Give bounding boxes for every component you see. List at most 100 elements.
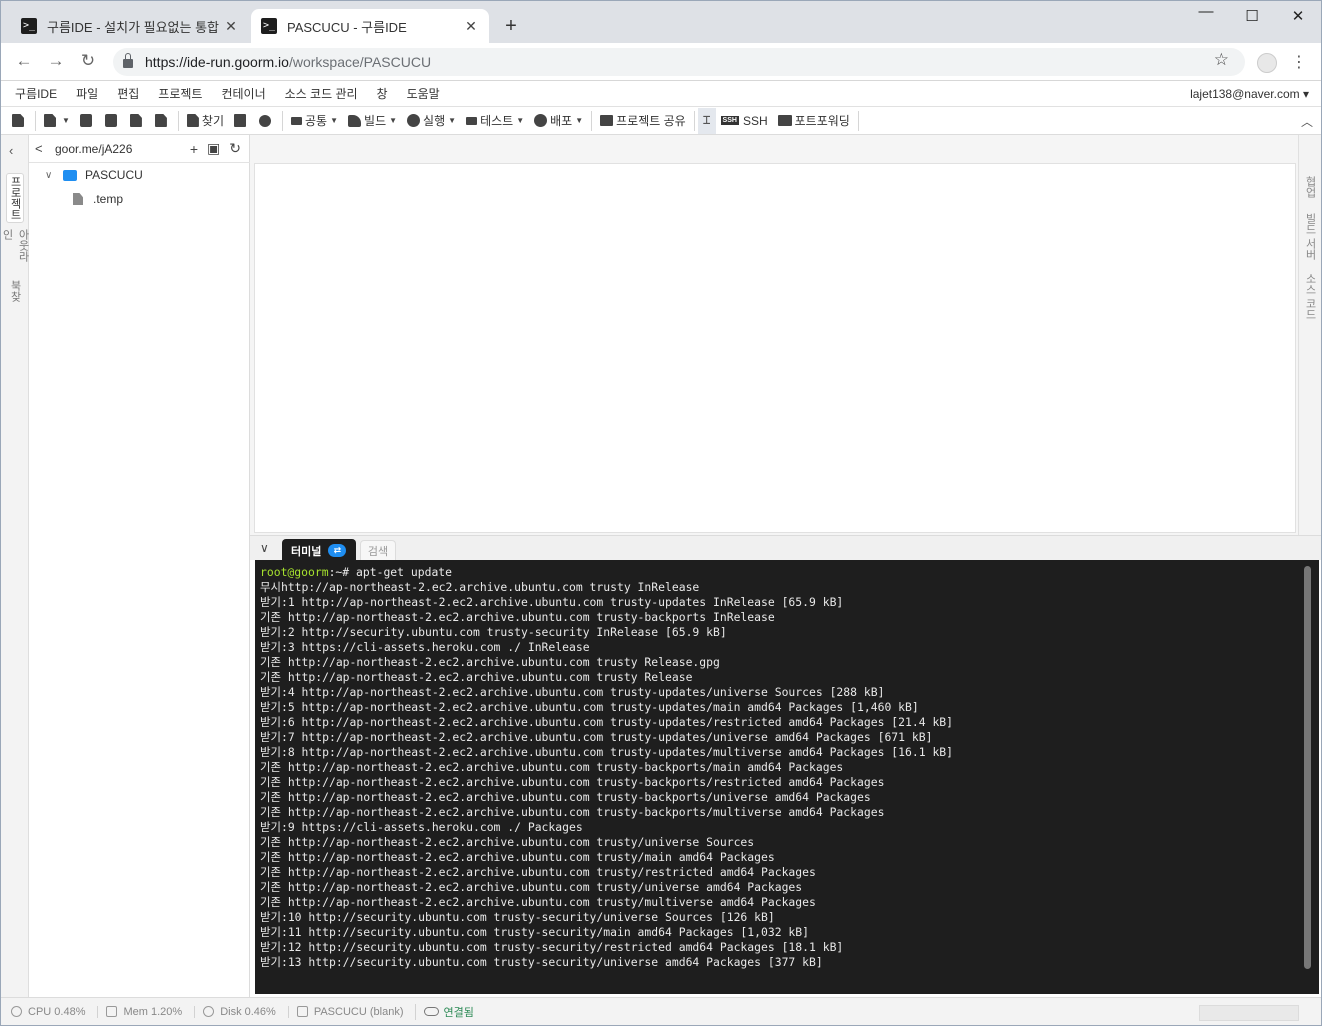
terminal-prompt-line: root@goorm:~# apt-get update: [260, 565, 1319, 580]
forward-arrow-icon[interactable]: →: [45, 51, 67, 71]
tree-file-temp[interactable]: .temp: [29, 187, 250, 211]
prompt-command: :~# apt-get update: [328, 565, 453, 579]
bookmark-star-icon[interactable]: ☆: [1214, 50, 1229, 70]
new-folder-icon[interactable]: ▣: [207, 140, 220, 157]
rail-tab-source-control[interactable]: 소스 코드: [1301, 271, 1319, 323]
disk-usage-text: Disk 0.46%: [220, 1005, 276, 1018]
disk-icon: [203, 1006, 215, 1017]
ssh-icon: SSH: [720, 116, 739, 125]
editor-empty-pane[interactable]: [254, 163, 1296, 533]
save-button[interactable]: [75, 108, 100, 134]
share-project-button[interactable]: 프로젝트 공유: [595, 108, 691, 134]
menu-window[interactable]: 창: [377, 85, 388, 102]
menu-scm[interactable]: 소스 코드 관리: [285, 85, 358, 102]
chevron-down-icon[interactable]: ∨: [260, 541, 269, 555]
tab-terminal[interactable]: 터미널 ⇄: [282, 539, 356, 562]
chevron-down-icon[interactable]: ∨: [45, 170, 57, 181]
terminal-line: 기존 http://ap-northeast-2.ec2.archive.ubu…: [260, 655, 720, 669]
ssh-label: SSH: [742, 113, 768, 128]
disk-usage: Disk 0.46%: [194, 1005, 276, 1018]
share-folder-icon: [600, 115, 614, 126]
memory-usage-text: Mem 1.20%: [123, 1005, 183, 1018]
workspace-share-link[interactable]: goor.me/jA226: [55, 142, 190, 156]
menu-project[interactable]: 프로젝트: [158, 85, 202, 102]
save-all-icon: [104, 114, 117, 127]
profile-avatar[interactable]: [1257, 53, 1277, 73]
monitor-icon: [777, 115, 792, 126]
new-tab-button[interactable]: +: [501, 15, 521, 37]
tab-search[interactable]: 검색: [360, 540, 396, 561]
ide-toolbar: ▼ 찾기 공통 ▼ 빌드 ▼ 실행 ▼ 테스트 ▼ 배포 ▼ 프로젝트 공유 ⌶ SSH S…: [1, 107, 1321, 135]
toolbar-divider: [177, 110, 179, 131]
terminal-line: 받기:13 http://security.ubuntu.com trusty-…: [260, 955, 823, 969]
new-file-button[interactable]: ▼: [39, 108, 75, 134]
back-arrow-icon[interactable]: ←: [13, 51, 35, 71]
collapse-toolbar-icon[interactable]: ︿: [1301, 113, 1313, 130]
find-button[interactable]: 찾기: [182, 108, 229, 134]
find-label: 찾기: [201, 114, 225, 128]
browser-menu-icon[interactable]: ⋮: [1291, 52, 1307, 72]
save-all-button[interactable]: [100, 108, 125, 134]
terminal-tab-label: 터미널: [291, 545, 322, 558]
port-forwarding-button[interactable]: 포트포워딩: [773, 108, 855, 134]
left-side-rail: ‹ 프로젝트 아웃라인 북찾: [1, 135, 29, 997]
collapse-left-panel-icon[interactable]: ‹: [9, 143, 13, 158]
ssh-button[interactable]: SSH SSH: [716, 108, 773, 134]
share-icon[interactable]: <: [35, 141, 49, 156]
terminal-line: 기존 http://ap-northeast-2.ec2.archive.ubu…: [260, 850, 775, 864]
menu-container[interactable]: 컨테이너: [221, 85, 265, 102]
download-button[interactable]: [150, 108, 175, 134]
menu-file[interactable]: 파일: [76, 85, 98, 102]
toolbar-divider: [282, 110, 284, 131]
common-menu-button[interactable]: 공통 ▼: [286, 108, 343, 134]
rail-tab-build-server[interactable]: 빌드 서버: [1301, 209, 1319, 265]
cloud-icon: [424, 1007, 440, 1016]
terminal-toggle-button[interactable]: ⌶: [697, 107, 716, 134]
terminal-output[interactable]: root@goorm:~# apt-get update 무시http://ap…: [255, 560, 1319, 994]
rail-tab-bookmark[interactable]: 북찾: [6, 275, 24, 307]
rail-tab-outline[interactable]: 아웃라인: [1, 229, 29, 269]
folder-icon: [63, 169, 77, 181]
url-field[interactable]: https://ide-run.goorm.io /workspace/PASC…: [113, 48, 1245, 76]
close-window-button[interactable]: ✕: [1275, 7, 1321, 25]
tree-folder-pascucu[interactable]: ∨ PASCUCU: [29, 163, 250, 187]
menu-help[interactable]: 도움말: [407, 85, 440, 102]
upload-button[interactable]: [125, 108, 150, 134]
terminal-line: 받기:5 http://ap-northeast-2.ec2.archive.u…: [260, 700, 919, 714]
deploy-menu-button[interactable]: 배포 ▼: [529, 108, 588, 134]
new-project-button[interactable]: [7, 108, 32, 134]
add-icon[interactable]: +: [190, 141, 198, 157]
terminal-line: 받기:11 http://security.ubuntu.com trusty-…: [260, 925, 810, 939]
terminal-line: 기존 http://ap-northeast-2.ec2.archive.ubu…: [260, 790, 871, 804]
file-tree: ∨ PASCUCU .temp: [29, 163, 250, 211]
browser-tab-pascucu[interactable]: >_ PASCUCU - 구름IDE ✕: [251, 9, 489, 43]
terminal-favicon-icon: >_: [21, 18, 37, 34]
browser-tab-goorm-home[interactable]: >_ 구름IDE - 설치가 필요없는 통합 ✕: [11, 9, 249, 43]
menu-edit[interactable]: 편집: [117, 85, 139, 102]
maximize-window-button[interactable]: ☐: [1229, 7, 1275, 25]
menu-goormide[interactable]: 구름IDE: [15, 85, 57, 102]
rail-tab-collaboration[interactable]: 협업: [1301, 171, 1319, 203]
find-in-files-button[interactable]: [229, 108, 254, 134]
test-menu-button[interactable]: 테스트 ▼: [461, 108, 529, 134]
close-tab-icon[interactable]: ✕: [223, 18, 239, 35]
build-menu-button[interactable]: 빌드 ▼: [343, 108, 402, 134]
chevron-down-icon: ▼: [448, 116, 457, 125]
lock-icon: [123, 53, 133, 68]
project-status[interactable]: PASCUCU (blank): [287, 1005, 403, 1018]
settings-button[interactable]: [254, 108, 279, 134]
terminal-line: 받기:9 https://cli-assets.heroku.com ./ Pa…: [260, 820, 583, 834]
reload-icon[interactable]: ↻: [77, 51, 99, 71]
terminal-scrollbar[interactable]: [1304, 566, 1311, 969]
close-tab-icon[interactable]: ✕: [463, 18, 479, 35]
hammer-icon: [348, 114, 362, 127]
run-menu-button[interactable]: 실행 ▼: [402, 108, 461, 134]
user-account-menu[interactable]: lajet138@naver.com ▾: [1190, 87, 1309, 101]
share-project-label: 프로젝트 공유: [616, 114, 686, 128]
memory-icon: [106, 1006, 118, 1017]
gear-icon: [259, 114, 272, 127]
minimize-window-button[interactable]: —: [1183, 3, 1229, 20]
rail-tab-project[interactable]: 프로젝트: [6, 173, 24, 223]
chevron-down-icon: ▼: [389, 116, 398, 125]
refresh-icon[interactable]: ↻: [229, 140, 241, 157]
